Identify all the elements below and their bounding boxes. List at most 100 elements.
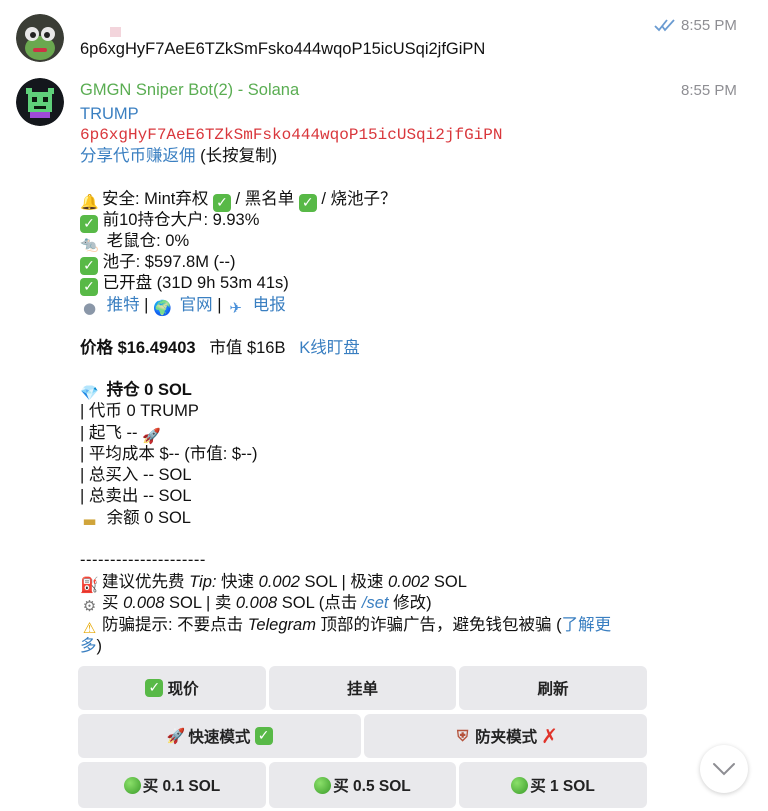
fee-ultra-value: 0.002: [387, 573, 430, 591]
rat-line: 🐀 老鼠仓: 0%: [80, 231, 189, 254]
sell-mid: SOL | 卖: [164, 594, 236, 612]
warn-telegram: Telegram: [247, 616, 316, 634]
token-amount: | 代币 0 TRUMP: [80, 402, 199, 420]
buy-1-label: 买 1 SOL: [530, 778, 595, 795]
green-circle-icon: [123, 776, 141, 794]
buy-0.1-label: 买 0.1 SOL: [142, 778, 221, 795]
holding-label: 持仓 0 SOL: [106, 381, 192, 399]
check-icon: ✓: [298, 194, 317, 212]
set-mid: SOL (点击: [277, 594, 362, 612]
scroll-down-button[interactable]: [700, 745, 748, 793]
set-command[interactable]: /set: [362, 594, 389, 612]
token-address[interactable]: 6p6xgHyF7AeE6TZkSmFsko444wqoP15icUSqi2jf…: [80, 125, 502, 147]
warn-prefix: 防骗提示: 不要点击: [102, 616, 248, 634]
opened-label: 已开盘 (31D 9h 53m 41s): [102, 274, 289, 292]
rat-label: 老鼠仓: 0%: [106, 232, 190, 250]
fee-sol1: SOL | 极速: [299, 573, 388, 591]
balance-line: ▬ 余额 0 SOL: [80, 508, 191, 531]
rocket-icon: 🚀: [166, 726, 186, 745]
card-icon: ▬: [82, 512, 97, 530]
blacklist-label: / 黑名单: [230, 190, 299, 208]
refresh-label: 刷新: [537, 681, 569, 698]
top10-label: 前10持仓大户: 9.93%: [102, 211, 260, 229]
security-label: 安全: Mint弃权: [102, 190, 213, 208]
divider: ---------------------: [80, 551, 206, 569]
sell-value: 0.008: [235, 594, 278, 612]
check-icon: ✓: [254, 727, 273, 745]
small-pink-mark: [110, 27, 121, 37]
buy-1-button[interactable]: 买 1 SOL: [459, 762, 647, 808]
learn-more-link-cont[interactable]: 多: [80, 637, 97, 655]
balance-label: 余额 0 SOL: [106, 509, 191, 527]
limit-price-button[interactable]: ✓ 现价: [78, 666, 266, 710]
green-circle-icon: [511, 776, 529, 794]
user-avatar[interactable]: [16, 14, 64, 62]
fee-fast-value: 0.002: [258, 573, 300, 591]
telegram-link[interactable]: 电报: [253, 296, 286, 314]
green-circle-icon: [314, 776, 332, 794]
anti-mev-label: 防夹模式: [475, 729, 538, 746]
fee-tip: Tip:: [189, 573, 217, 591]
website-link[interactable]: 官网: [180, 296, 213, 314]
fee-sol2: SOL: [429, 573, 467, 591]
mcap-label: 市值 $16B: [209, 339, 286, 357]
burn-label: / 烧池子？: [316, 190, 397, 208]
refresh-button[interactable]: 刷新: [459, 666, 647, 710]
warning-line: ⚠ 防骗提示: 不要点击 Telegram 顶部的诈骗广告，避免钱包被骗 (了解更: [80, 615, 611, 638]
sender-name[interactable]: GMGN Sniper Bot(2) - Solana: [80, 80, 299, 102]
top10-line: ✓ 前10持仓大户: 9.93%: [80, 210, 259, 233]
kline-link[interactable]: K线盯盘: [299, 339, 360, 357]
buy-prefix: 买: [102, 594, 124, 612]
holding-line: 💎 持仓 0 SOL: [80, 380, 192, 403]
set-end: 修改): [388, 594, 432, 612]
limit-order-button[interactable]: 挂单: [269, 666, 456, 710]
token-symbol[interactable]: TRUMP: [80, 104, 139, 126]
share-hint: (长按复制): [195, 147, 278, 165]
price-line: 价格 $16.49403 市值 $16B K线盯盘: [80, 338, 360, 360]
buy-sell-line: ⚙ 买 0.008 SOL | 卖 0.008 SOL (点击 /set 修改): [80, 593, 432, 616]
check-icon: ✓: [80, 278, 98, 296]
buy-value: 0.008: [123, 594, 165, 612]
cross-icon: ✗: [541, 724, 558, 748]
pool-label: 池子: $597.8M (--): [102, 253, 236, 271]
share-link[interactable]: 分享代币赚返佣: [80, 147, 196, 165]
pool-line: ✓ 池子: $597.8M (--): [80, 252, 236, 275]
fast-mode-button[interactable]: 🚀 快速模式 ✓: [78, 714, 361, 758]
twitter-link[interactable]: 推特: [107, 296, 140, 314]
fee-fast: 快速: [216, 573, 259, 591]
price-label: 价格 $16.49403: [80, 339, 196, 357]
egg-icon: ●: [82, 299, 97, 317]
chevron-down-icon: [713, 763, 735, 776]
limit-order-label: 挂单: [346, 681, 378, 698]
limit-price-label: 现价: [167, 681, 199, 698]
security-line: 🔔 安全: Mint弃权 ✓ / 黑名单 ✓ / 烧池子？: [80, 189, 397, 212]
warn-mid: 顶部的诈骗广告，避免钱包被骗 (: [315, 616, 562, 634]
gear-icon: ⚙: [82, 597, 97, 615]
message-text: 6p6xgHyF7AeE6TZkSmFsko444wqoP15icUSqi2jf…: [80, 40, 486, 58]
separator: |: [139, 296, 154, 314]
message-time: 8:55 PM: [681, 82, 737, 99]
opened-line: ✓ 已开盘 (31D 9h 53m 41s): [80, 273, 289, 296]
warning-line-2: 多): [80, 636, 102, 658]
check-icon: ✓: [145, 679, 164, 697]
anti-mev-button[interactable]: ⛨ 防夹模式 ✗: [364, 714, 647, 758]
fast-mode-label: 快速模式: [188, 729, 251, 746]
fee-line: ⛽ 建议优先费 Tip: 快速 0.002 SOL | 极速 0.002 SOL: [80, 572, 467, 595]
separator: |: [212, 296, 227, 314]
buy-0.5-button[interactable]: 买 0.5 SOL: [269, 762, 456, 808]
fee-prefix: 建议优先费: [102, 573, 190, 591]
total-sell: | 总卖出 -- SOL: [80, 487, 192, 505]
shield-icon: ⛨: [456, 726, 469, 745]
total-buy: | 总买入 -- SOL: [80, 466, 192, 484]
globe-icon: 🌍: [153, 299, 172, 317]
message-time: 8:55 PM: [681, 17, 737, 34]
links-line: ● 推特 | 🌍 官网 | ✈ 电报: [80, 295, 286, 318]
warn-close: ): [96, 637, 103, 655]
learn-more-link[interactable]: 了解更: [562, 616, 612, 634]
bot-avatar[interactable]: [16, 78, 64, 126]
takeoff-label: | 起飞 --: [80, 424, 143, 442]
share-line: 分享代币赚返佣 (长按复制): [80, 146, 277, 168]
takeoff-line: | 起飞 -- 🚀: [80, 423, 164, 446]
buy-0.1-button[interactable]: 买 0.1 SOL: [78, 762, 266, 808]
plane-icon: ✈: [229, 299, 242, 317]
